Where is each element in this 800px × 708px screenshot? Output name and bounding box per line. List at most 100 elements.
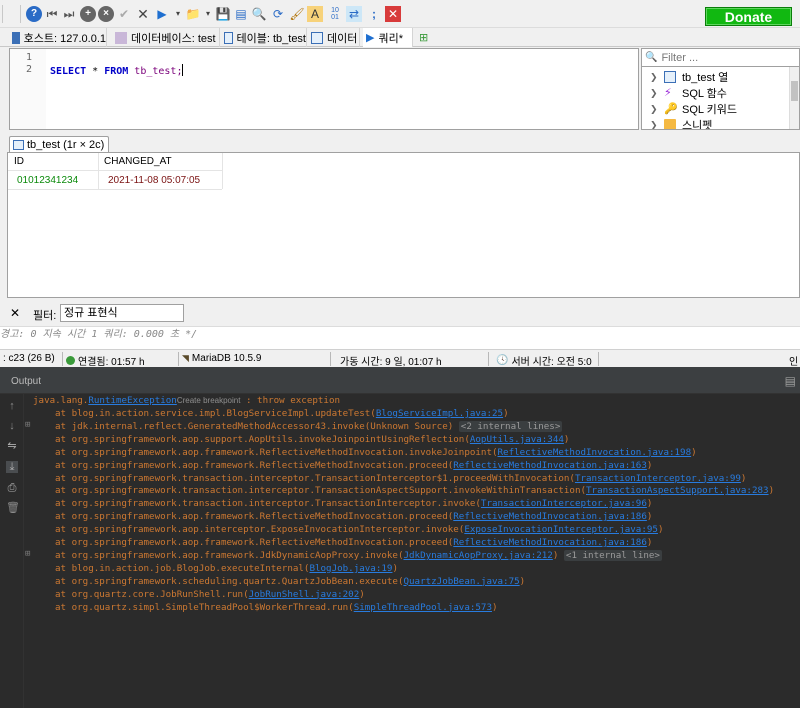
arrow-down-icon[interactable]: ↓ xyxy=(6,420,18,432)
stack-frame-text: at org.springframework.aop.support.AopUt… xyxy=(55,433,470,445)
source-link[interactable]: ReflectiveMethodInvocation.java:186 xyxy=(453,511,647,522)
tab-host[interactable]: 호스트: 127.0.0.1 xyxy=(9,28,107,47)
column-header-id[interactable]: ID xyxy=(14,156,24,167)
stack-line: at org.springframework.aop.framework.Ref… xyxy=(55,536,652,549)
last-record-icon[interactable]: ⏭ xyxy=(61,6,77,22)
donate-button[interactable]: Donate xyxy=(705,7,792,26)
table-cell[interactable]: 2021-11-08 05:07:05 xyxy=(108,175,200,186)
tab-data[interactable]: 데이터 xyxy=(308,28,360,47)
folder-icon xyxy=(664,119,676,129)
tree-item-keywords[interactable]: ❯ 🔑 SQL 키워드 xyxy=(650,101,737,117)
source-link[interactable]: TransactionAspectSupport.java:283 xyxy=(586,485,769,496)
new-query-tab-button[interactable]: ⊞ xyxy=(416,28,434,47)
tab-database[interactable]: 데이터베이스: test xyxy=(112,28,220,47)
sync-icon[interactable]: ⇄ xyxy=(346,6,362,22)
font-icon[interactable]: A xyxy=(307,6,323,22)
expand-icon[interactable]: ⊞ xyxy=(25,420,30,430)
play-icon: ▶ xyxy=(366,32,375,44)
tree-scrollbar[interactable] xyxy=(789,67,799,129)
sql-formatter-icon[interactable]: 🖌 xyxy=(289,6,305,22)
log-line: java.lang.RuntimeExceptionCreate breakpo… xyxy=(33,394,340,407)
exception-link[interactable]: RuntimeException xyxy=(88,395,177,406)
source-link[interactable]: ExposeInvocationInterceptor.java:95 xyxy=(464,524,658,535)
close-icon[interactable]: ✕ xyxy=(10,306,20,320)
table-cell[interactable]: 01012341234 xyxy=(17,175,78,186)
open-folder-icon[interactable]: 📁 xyxy=(185,6,201,22)
status-connected: 연결됨: 01:57 h xyxy=(66,353,145,368)
arrow-up-icon[interactable]: ↑ xyxy=(6,400,18,412)
source-link[interactable]: JdkDynamicAopProxy.java:212 xyxy=(403,550,552,561)
source-link[interactable]: AopUtils.java:344 xyxy=(470,434,564,445)
source-link[interactable]: JobRunShell.java:202 xyxy=(249,589,360,600)
post-record-icon[interactable]: ✔ xyxy=(116,6,132,22)
source-link[interactable]: TransactionInterceptor.java:99 xyxy=(575,473,741,484)
delete-record-icon[interactable]: × xyxy=(98,6,114,22)
source-link[interactable]: ReflectiveMethodInvocation.java:186 xyxy=(453,537,647,548)
stack-frame-end: ) xyxy=(740,472,747,484)
cancel-icon[interactable]: ✕ xyxy=(135,6,151,22)
run-query-icon[interactable]: ▶ xyxy=(154,6,170,22)
status-connected-text: 연결됨: 01:57 h xyxy=(78,357,145,368)
mariadb-icon: ◥ xyxy=(182,353,189,363)
result-filter-bar: ✕ 필터: 정규 표현식 xyxy=(0,299,800,327)
run-dropdown-icon[interactable]: ▾ xyxy=(170,6,186,22)
stack-frame-text: at org.springframework.aop.framework.Jdk… xyxy=(55,549,404,561)
source-link[interactable]: SimpleThreadPool.java:573 xyxy=(354,602,492,613)
stack-frame-text: at jdk.internal.reflect.GeneratedMethodA… xyxy=(55,420,459,432)
help-icon[interactable]: ? xyxy=(26,6,42,22)
status-separator xyxy=(330,352,331,366)
trash-icon[interactable]: 🗑 xyxy=(6,502,20,514)
binary-icon[interactable]: 10 01 xyxy=(327,6,343,22)
menu-icon[interactable]: ▤ xyxy=(785,374,796,388)
filter-input[interactable]: 정규 표현식 xyxy=(60,304,184,322)
tree-item-functions[interactable]: ❯ ⚡ SQL 함수 xyxy=(650,85,727,101)
semicolon-icon[interactable]: ; xyxy=(366,6,382,22)
scrollbar-thumb[interactable] xyxy=(791,81,798,101)
status-separator xyxy=(488,352,489,366)
create-breakpoint-hint[interactable]: Create breakpoint xyxy=(177,396,241,405)
tree-filter-input[interactable]: 🔍 Filter ... xyxy=(641,48,800,67)
tab-query[interactable]: ▶ 쿼리* xyxy=(363,28,413,47)
source-link[interactable]: BlogServiceImpl.java:25 xyxy=(376,408,503,419)
tree-item-columns[interactable]: ❯ tb_test 열 xyxy=(650,69,728,85)
result-tab[interactable]: tb_test (1r × 2c) xyxy=(9,136,109,153)
stack-frame-text: at blog.in.action.service.impl.BlogServi… xyxy=(55,408,376,419)
soft-wrap-icon[interactable]: ⇋ xyxy=(6,440,18,452)
sql-editor[interactable]: 1 2 SELECT * FROM tb_test; xyxy=(9,48,639,130)
find-icon[interactable]: 🔍 xyxy=(251,6,267,22)
database-icon xyxy=(115,31,127,44)
internal-lines-fold[interactable]: <1 internal line> xyxy=(563,549,662,561)
source-link[interactable]: QuartzJobBean.java:75 xyxy=(403,576,519,587)
save-icon[interactable]: 💾 xyxy=(215,6,231,22)
grid-line xyxy=(8,170,222,171)
chevron-right-icon: ❯ xyxy=(650,103,658,114)
add-record-icon[interactable]: + xyxy=(80,6,96,22)
expand-icon[interactable]: ⊞ xyxy=(25,549,30,559)
column-header-changed-at[interactable]: CHANGED_AT xyxy=(104,156,172,167)
source-link[interactable]: ReflectiveMethodInvocation.java:198 xyxy=(498,447,692,458)
find-next-icon[interactable]: ⟳ xyxy=(270,6,286,22)
stack-line: at org.springframework.transaction.inter… xyxy=(55,472,746,485)
tree-item-snippets[interactable]: ❯ 스니펫 xyxy=(650,117,712,129)
filter-label: 필터: xyxy=(33,310,57,322)
stack-line: at org.springframework.aop.framework.Ref… xyxy=(55,510,652,523)
host-icon xyxy=(12,31,20,44)
source-link[interactable]: ReflectiveMethodInvocation.java:163 xyxy=(453,460,647,471)
internal-lines-fold[interactable]: <2 internal lines> xyxy=(458,420,563,432)
source-link[interactable]: BlogJob.java:19 xyxy=(309,563,392,574)
line-number: 1 xyxy=(26,52,33,63)
first-record-icon[interactable]: ⏮ xyxy=(44,6,60,22)
folder-dropdown-icon[interactable]: ▾ xyxy=(200,6,216,22)
close-query-icon[interactable]: ✕ xyxy=(385,6,401,22)
output-header: Output ▤ xyxy=(0,368,800,394)
source-link[interactable]: TransactionInterceptor.java:96 xyxy=(481,498,647,509)
stack-line: at jdk.internal.reflect.GeneratedMethodA… xyxy=(55,420,563,433)
scroll-to-end-icon[interactable]: ⤓ xyxy=(6,461,18,473)
sql-text[interactable]: SELECT * FROM tb_test; xyxy=(50,64,184,77)
save-as-icon[interactable]: ▤ xyxy=(233,6,249,22)
tab-label: 데이터 xyxy=(327,32,358,45)
sql-star: * xyxy=(86,66,105,77)
tab-table[interactable]: 테이블: tb_test xyxy=(221,28,307,47)
grid-line xyxy=(222,153,223,189)
print-icon[interactable]: ⎙ xyxy=(6,482,18,494)
